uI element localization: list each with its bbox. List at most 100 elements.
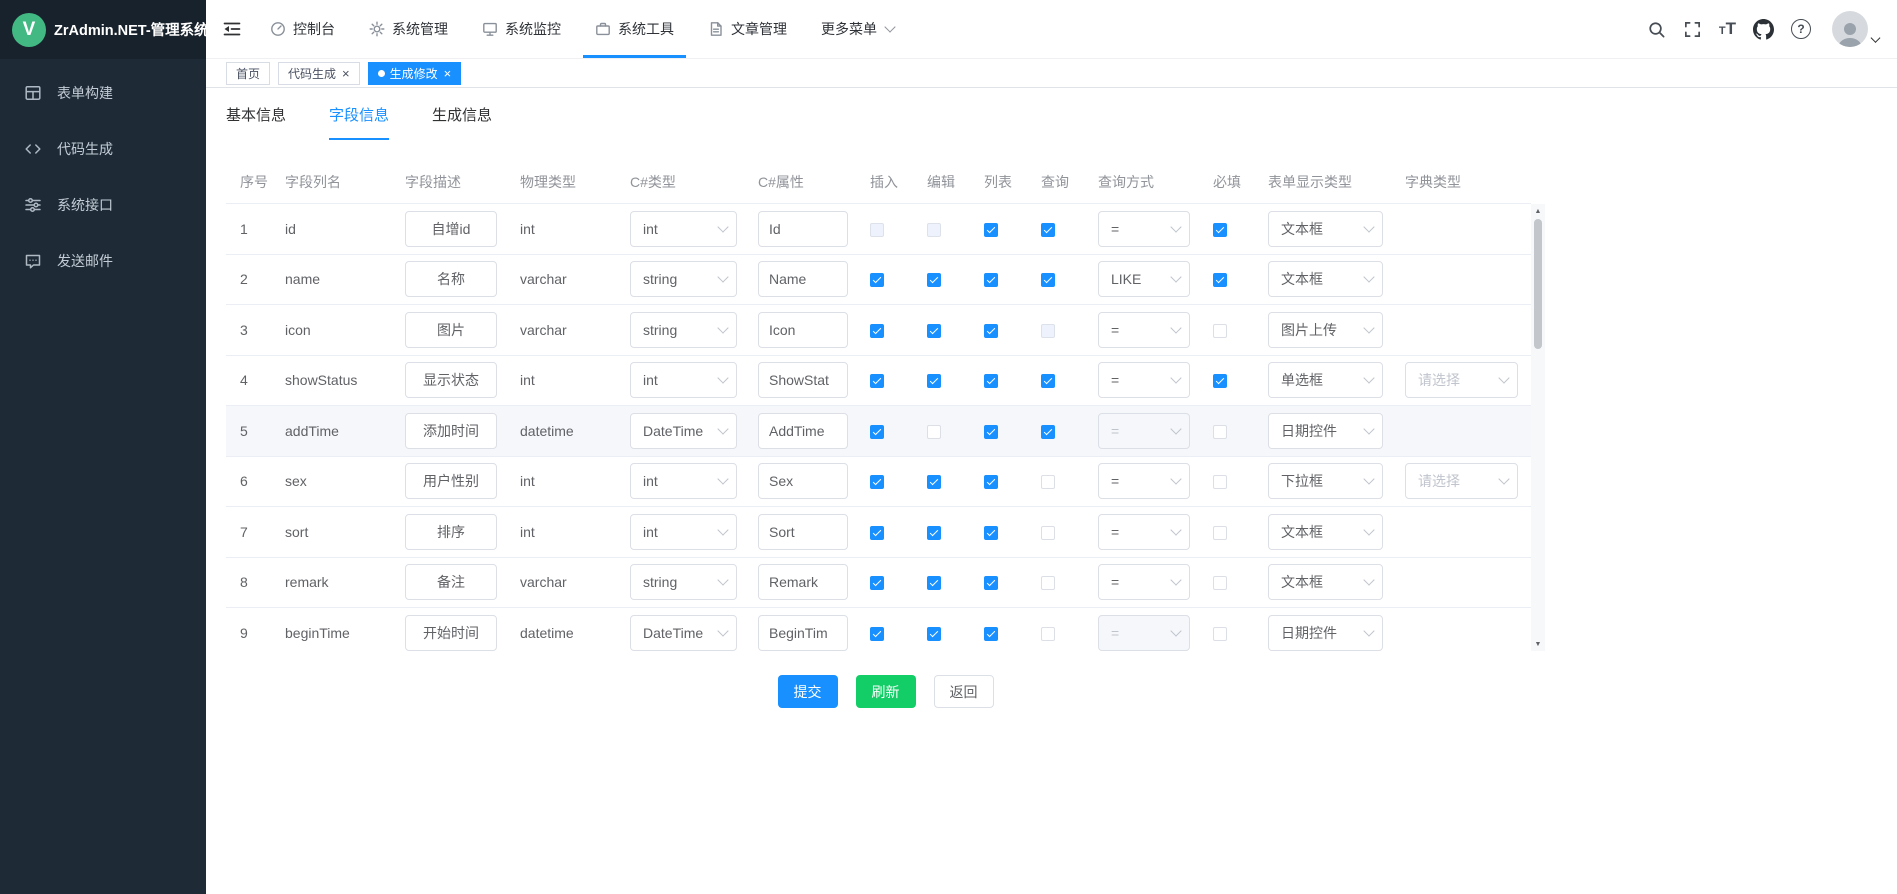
search-icon[interactable] (1647, 20, 1666, 39)
query-checkbox[interactable] (1041, 425, 1055, 439)
query-method-select[interactable]: LIKE (1098, 261, 1190, 297)
required-checkbox[interactable] (1213, 576, 1227, 590)
display-type-select[interactable]: 文本框 (1268, 211, 1383, 247)
list-checkbox[interactable] (984, 475, 998, 489)
required-checkbox[interactable] (1213, 526, 1227, 540)
scroll-up-arrow[interactable]: ▲ (1531, 204, 1545, 218)
scroll-down-arrow[interactable]: ▼ (1531, 637, 1545, 651)
csharp-type-select[interactable]: DateTime (630, 615, 737, 651)
display-type-select[interactable]: 日期控件 (1268, 413, 1383, 449)
tab-field-info[interactable]: 字段信息 (329, 104, 389, 140)
field-description-input[interactable] (405, 261, 497, 297)
insert-checkbox[interactable] (870, 425, 884, 439)
edit-checkbox[interactable] (927, 526, 941, 540)
github-icon[interactable] (1753, 19, 1774, 40)
query-checkbox[interactable] (1041, 324, 1055, 338)
help-icon[interactable]: ? (1791, 19, 1811, 39)
required-checkbox[interactable] (1213, 374, 1227, 388)
edit-checkbox[interactable] (927, 475, 941, 489)
nav-item-more-menus[interactable]: 更多菜单 (821, 0, 894, 58)
dict-type-select[interactable]: 请选择 (1405, 463, 1518, 499)
field-description-input[interactable] (405, 463, 497, 499)
csharp-property-input[interactable] (758, 514, 848, 550)
csharp-type-select[interactable]: int (630, 362, 737, 398)
edit-checkbox[interactable] (927, 273, 941, 287)
tag-generate-modify[interactable]: 生成修改 × (368, 62, 462, 85)
required-checkbox[interactable] (1213, 223, 1227, 237)
query-method-select[interactable]: = (1098, 564, 1190, 600)
edit-checkbox[interactable] (927, 576, 941, 590)
sidebar-item-send-mail[interactable]: 发送邮件 (0, 233, 206, 289)
display-type-select[interactable]: 下拉框 (1268, 463, 1383, 499)
edit-checkbox[interactable] (927, 374, 941, 388)
edit-checkbox[interactable] (927, 324, 941, 338)
query-checkbox[interactable] (1041, 526, 1055, 540)
tag-home[interactable]: 首页 (226, 62, 270, 85)
csharp-property-input[interactable] (758, 564, 848, 600)
nav-item-system-monitor[interactable]: 系统监控 (482, 0, 561, 58)
query-checkbox[interactable] (1041, 273, 1055, 287)
sidebar-item-code-generation[interactable]: 代码生成 (0, 121, 206, 177)
csharp-property-input[interactable] (758, 312, 848, 348)
csharp-type-select[interactable]: string (630, 312, 737, 348)
dict-type-select[interactable]: 请选择 (1405, 362, 1518, 398)
user-menu[interactable] (1832, 11, 1879, 47)
query-method-select[interactable]: = (1098, 615, 1190, 651)
display-type-select[interactable]: 图片上传 (1268, 312, 1383, 348)
tab-basic-info[interactable]: 基本信息 (226, 104, 286, 140)
nav-item-system-management[interactable]: 系统管理 (369, 0, 448, 58)
field-description-input[interactable] (405, 615, 497, 651)
display-type-select[interactable]: 日期控件 (1268, 615, 1383, 651)
query-checkbox[interactable] (1041, 627, 1055, 641)
query-method-select[interactable]: = (1098, 463, 1190, 499)
required-checkbox[interactable] (1213, 324, 1227, 338)
required-checkbox[interactable] (1213, 475, 1227, 489)
insert-checkbox[interactable] (870, 475, 884, 489)
csharp-type-select[interactable]: int (630, 514, 737, 550)
list-checkbox[interactable] (984, 425, 998, 439)
nav-item-article-management[interactable]: 文章管理 (708, 0, 787, 58)
fullscreen-icon[interactable] (1683, 20, 1702, 39)
list-checkbox[interactable] (984, 223, 998, 237)
list-checkbox[interactable] (984, 374, 998, 388)
display-type-select[interactable]: 文本框 (1268, 564, 1383, 600)
query-method-select[interactable]: = (1098, 362, 1190, 398)
edit-checkbox[interactable] (927, 425, 941, 439)
csharp-property-input[interactable] (758, 261, 848, 297)
csharp-property-input[interactable] (758, 362, 848, 398)
query-checkbox[interactable] (1041, 223, 1055, 237)
display-type-select[interactable]: 单选框 (1268, 362, 1383, 398)
submit-button[interactable]: 提交 (778, 675, 838, 708)
csharp-type-select[interactable]: DateTime (630, 413, 737, 449)
field-description-input[interactable] (405, 362, 497, 398)
nav-item-system-tools[interactable]: 系统工具 (595, 0, 674, 58)
insert-checkbox[interactable] (870, 627, 884, 641)
sidebar-item-system-api[interactable]: 系统接口 (0, 177, 206, 233)
query-checkbox[interactable] (1041, 475, 1055, 489)
field-description-input[interactable] (405, 564, 497, 600)
sidebar-toggle-button[interactable] (222, 19, 242, 39)
tab-generate-info[interactable]: 生成信息 (432, 104, 492, 140)
display-type-select[interactable]: 文本框 (1268, 514, 1383, 550)
list-checkbox[interactable] (984, 627, 998, 641)
query-method-select[interactable]: = (1098, 413, 1190, 449)
display-type-select[interactable]: 文本框 (1268, 261, 1383, 297)
required-checkbox[interactable] (1213, 273, 1227, 287)
query-method-select[interactable]: = (1098, 514, 1190, 550)
edit-checkbox[interactable] (927, 223, 941, 237)
list-checkbox[interactable] (984, 324, 998, 338)
tag-code-generation[interactable]: 代码生成 × (278, 62, 360, 85)
csharp-type-select[interactable]: int (630, 463, 737, 499)
field-description-input[interactable] (405, 312, 497, 348)
csharp-property-input[interactable] (758, 211, 848, 247)
insert-checkbox[interactable] (870, 273, 884, 287)
csharp-property-input[interactable] (758, 413, 848, 449)
insert-checkbox[interactable] (870, 576, 884, 590)
query-checkbox[interactable] (1041, 374, 1055, 388)
close-icon[interactable]: × (444, 67, 452, 80)
list-checkbox[interactable] (984, 526, 998, 540)
query-method-select[interactable]: = (1098, 211, 1190, 247)
query-method-select[interactable]: = (1098, 312, 1190, 348)
close-icon[interactable]: × (342, 67, 350, 80)
list-checkbox[interactable] (984, 273, 998, 287)
